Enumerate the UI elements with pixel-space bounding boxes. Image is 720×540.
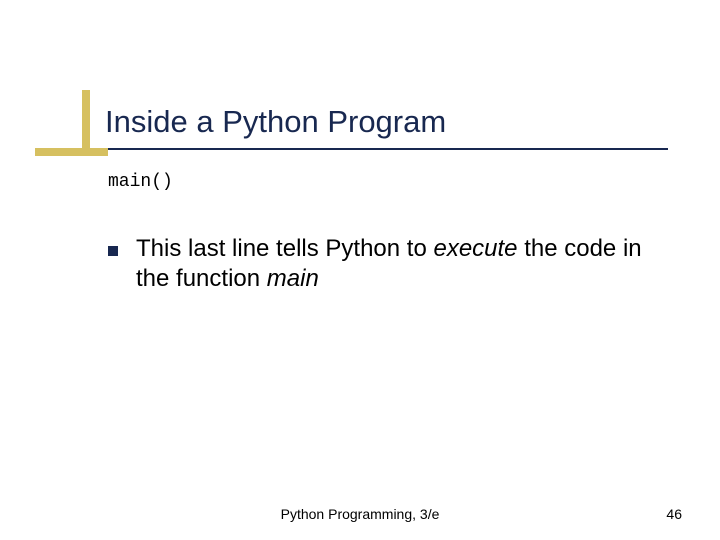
accent-horizontal — [35, 148, 108, 156]
title-band: Inside a Python Program — [105, 102, 446, 142]
slide: Inside a Python Program main() This last… — [0, 0, 720, 540]
body-text-part-1: This last line tells Python to — [136, 235, 433, 262]
body-row: This last line tells Python to execute t… — [108, 234, 668, 294]
body-text: This last line tells Python to execute t… — [136, 234, 668, 294]
title-underline — [108, 148, 668, 150]
body-text-italic-execute: execute — [433, 235, 517, 262]
footer-center: Python Programming, 3/e — [0, 506, 720, 522]
accent-vertical — [82, 90, 90, 155]
square-bullet-icon — [108, 246, 118, 256]
slide-title: Inside a Python Program — [105, 104, 446, 140]
code-snippet: main() — [108, 172, 173, 192]
page-number: 46 — [666, 506, 682, 522]
body-text-italic-main: main — [267, 265, 319, 292]
